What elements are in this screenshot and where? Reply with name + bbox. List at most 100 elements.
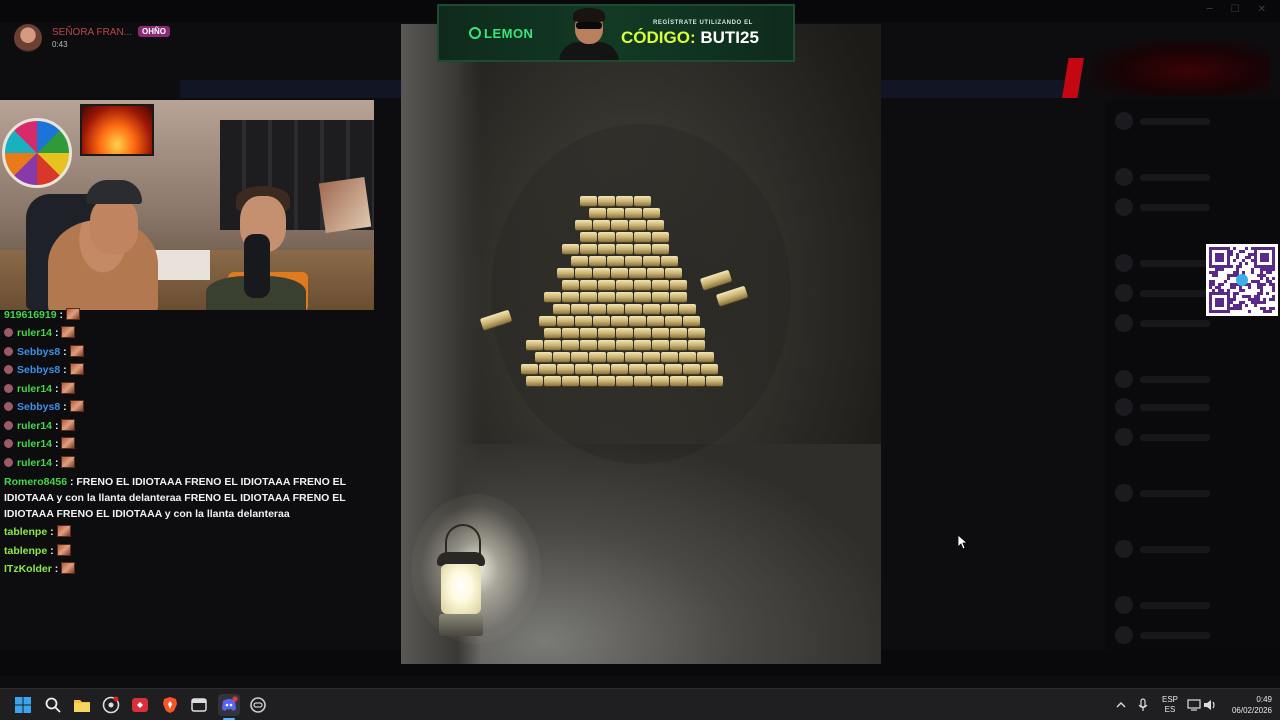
member-name-placeholder [1140,404,1210,411]
user-badge-icon [4,439,13,448]
gold-bar [593,364,610,374]
clock-date: 06/02/2026 [1231,706,1272,715]
clock-time: 0:49 [1256,695,1272,704]
gold-bar [706,376,723,386]
obs-icon[interactable] [100,694,122,716]
microphone-icon[interactable] [1134,694,1152,716]
chat-message: ITzKolder : [4,562,76,576]
network-icon[interactable] [1186,694,1202,716]
mouse-cursor-icon [958,535,968,550]
gold-bar [553,352,570,362]
chat-username[interactable]: Romero8456 [4,476,67,488]
chat-emote [61,437,76,449]
sponsor-person-hair [573,8,605,22]
streamer-name[interactable]: SEÑORA FRAN... [52,27,132,38]
qr-code [1206,244,1278,316]
chat-username[interactable]: Sebbys8 [17,364,60,376]
lantern-base [439,614,483,636]
system-clock[interactable]: 0:49 06/02/2026 [1226,694,1272,716]
gold-bar [629,364,646,374]
chat-message: ruler14 : [4,326,76,340]
gold-bar [652,340,669,350]
chat-message: ruler14 : [4,456,76,470]
gold-bar [634,340,651,350]
gold-bar [575,364,592,374]
search-icon[interactable] [42,694,64,716]
member-avatar [1115,370,1133,388]
chat-username[interactable]: ruler14 [17,383,52,395]
member-avatar [1115,168,1133,186]
chat-username[interactable]: tablenpe [4,526,47,538]
gold-bar [607,208,624,218]
gold-bar [647,268,664,278]
user-badge-icon [4,384,13,393]
chat-username[interactable]: ruler14 [17,438,52,450]
sponsor-banner[interactable]: LEMON REGÍSTRATE UTILIZANDO EL CÓDIGO: B… [437,4,795,62]
user-badge-icon [4,402,13,411]
gold-bar [580,376,597,386]
gold-bar [553,304,570,314]
streamer-avatar[interactable] [14,24,42,52]
gold-bar [571,304,588,314]
chat-emote [61,419,76,431]
member-avatar [1115,540,1133,558]
gold-bar [580,340,597,350]
gold-bar [557,316,574,326]
close-icon[interactable]: ✕ [1258,4,1266,15]
language-indicator[interactable]: ESP ES [1162,695,1178,715]
gold-bar [670,328,687,338]
sponsor-person-body [559,42,619,60]
gold-bar [571,256,588,266]
chat-emote [61,326,76,338]
gold-bar [634,292,651,302]
gold-bar [643,304,660,314]
sponsor-name: LEMON [484,26,534,41]
file-explorer-icon[interactable] [71,694,93,716]
chat-message: Sebbys8 : [4,400,84,414]
chevron-up-icon[interactable] [1112,694,1130,716]
qr-center-logo-icon [1236,274,1248,286]
window-controls: ─ ☐ ✕ [1207,4,1266,15]
chat-username[interactable]: 919616919 [4,309,57,321]
minimize-icon[interactable]: ─ [1207,4,1213,15]
chat-username[interactable]: ITzKolder [4,563,52,575]
gold-bar [643,352,660,362]
gold-bar [625,352,642,362]
gold-bar [580,292,597,302]
gold-bar [593,220,610,230]
chat-username[interactable]: Sebbys8 [17,346,60,358]
windows-taskbar: ESP ES 0:49 06/02/2026 [0,688,1280,720]
gold-bar [616,280,633,290]
gold-bar [629,220,646,230]
brave-icon[interactable] [159,694,181,716]
gold-bar [611,316,628,326]
gold-bar [535,352,552,362]
gold-bar [593,268,610,278]
gold-bar [634,196,651,206]
maximize-icon[interactable]: ☐ [1231,4,1240,15]
gold-bar [647,316,664,326]
volume-icon[interactable] [1202,694,1218,716]
user-badge-icon [4,347,13,356]
gold-bar [598,328,615,338]
member-name-placeholder [1140,434,1210,441]
start-icon[interactable] [12,694,34,716]
gold-bar [575,220,592,230]
gold-bar [580,196,597,206]
window-app-icon[interactable] [188,694,210,716]
chat-username[interactable]: ruler14 [17,457,52,469]
browser-icon[interactable] [247,694,269,716]
chat-username[interactable]: ruler14 [17,327,52,339]
app-red-icon[interactable] [129,694,151,716]
chat-username[interactable]: ruler14 [17,420,52,432]
chat-username[interactable]: Sebbys8 [17,401,60,413]
chat-message: tablenpe : [4,544,71,558]
gold-bar [544,328,561,338]
chat-username[interactable]: tablenpe [4,545,47,557]
gold-bar [589,256,606,266]
discord-icon[interactable] [218,694,240,716]
chat-emote [61,562,76,574]
gold-bar [607,352,624,362]
gold-bar [647,220,664,230]
gold-bar [544,292,561,302]
